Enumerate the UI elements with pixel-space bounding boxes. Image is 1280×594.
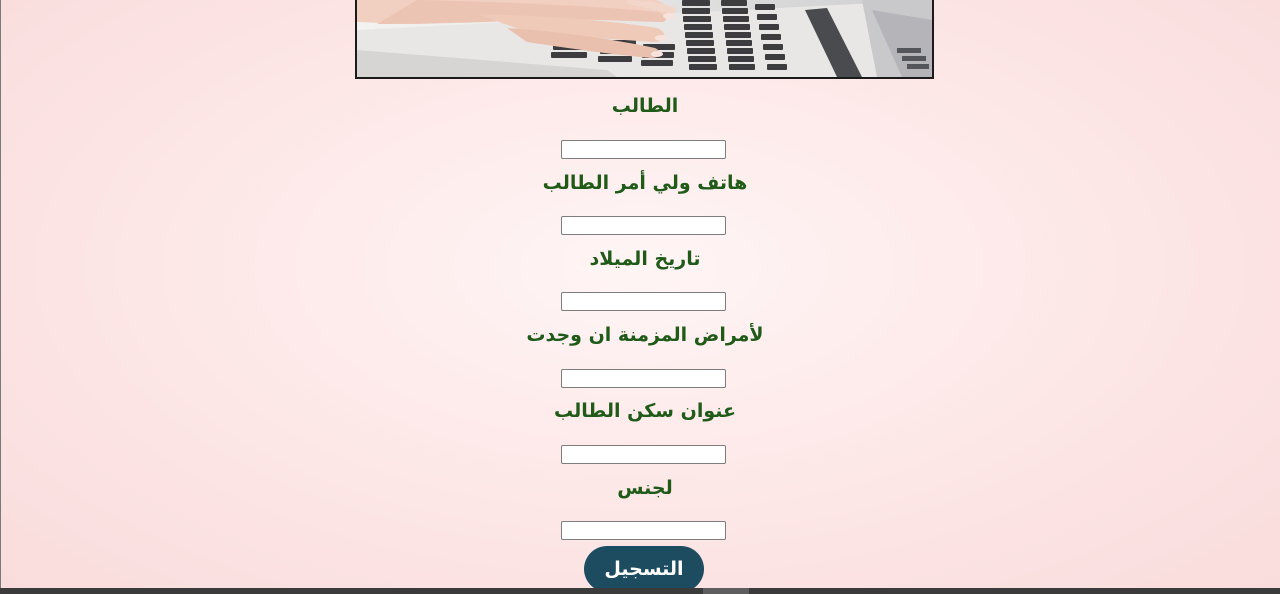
chronic-diseases-input[interactable] <box>561 369 726 388</box>
field-label-guardian-phone: هاتف ولي أمر الطالب <box>542 172 748 194</box>
field-label-birth-date: تاريخ الميلاد <box>589 248 701 270</box>
guardian-phone-input[interactable] <box>561 216 726 235</box>
horizontal-scrollbar[interactable] <box>0 588 1280 594</box>
address-input[interactable] <box>561 445 726 464</box>
registration-form: الطالب هاتف ولي أمر الطالب تاريخ الميلاد… <box>0 0 1280 594</box>
student-input[interactable] <box>561 140 726 159</box>
field-label-student: الطالب <box>611 95 679 117</box>
field-label-address: عنوان سكن الطالب <box>554 400 736 422</box>
field-label-chronic-diseases: لأمراض المزمنة ان وجدت <box>526 324 764 346</box>
register-button[interactable]: التسجيل <box>584 546 704 592</box>
gender-input[interactable] <box>561 521 726 540</box>
scrollbar-thumb[interactable] <box>703 588 749 594</box>
field-label-gender: لجنس <box>617 477 673 499</box>
birth-date-input[interactable] <box>561 292 726 311</box>
